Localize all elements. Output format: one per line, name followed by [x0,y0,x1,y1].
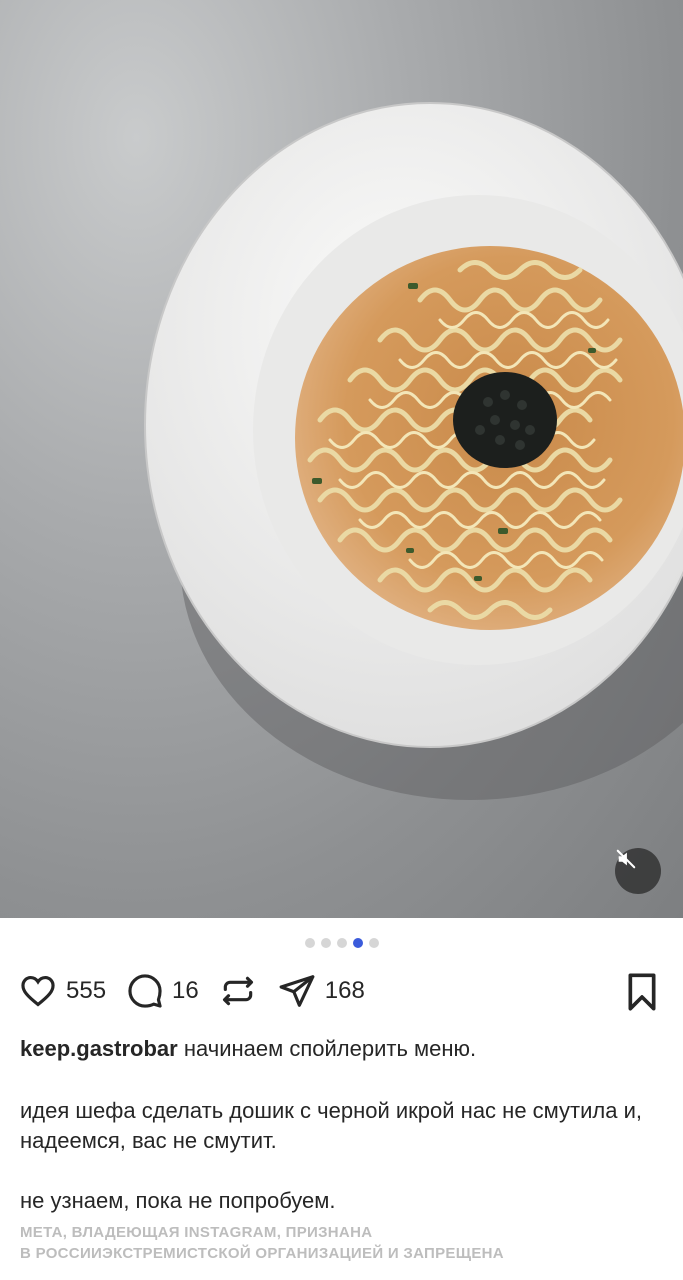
mute-button[interactable] [615,848,661,894]
share-button[interactable]: 168 [277,972,365,1010]
caption-text: начинаем спойлерить меню. [177,1036,477,1061]
caption-paragraph: не узнаем, пока не попробуем. [20,1188,336,1213]
send-icon [279,975,315,1007]
carousel-indicator [0,938,683,948]
caption-first-line: keep.gastrobar начинаем спойлерить меню. [20,1034,660,1064]
repost-button[interactable] [219,972,257,1010]
comment-icon [128,974,162,1008]
like-count: 555 [66,977,107,1004]
bookmark-button[interactable] [625,972,659,1017]
post-photo[interactable] [0,0,683,918]
carousel-dot-active [352,938,363,948]
post-actions-bar: 555 16 168 [18,968,665,1014]
disclaimer-line: в россииэкстремистской организацией и за… [20,1245,504,1262]
noodle-bowl-image [144,102,683,800]
comment-button[interactable]: 16 [126,972,199,1010]
meta-disclaimer: Мета, владеющая Instagram, признана в ро… [20,1222,660,1264]
carousel-dot [368,938,379,948]
disclaimer-line: Мета, владеющая Instagram, признана [20,1224,373,1241]
comment-count: 16 [172,977,199,1004]
carousel-dot [336,938,347,948]
like-button[interactable]: 555 [18,972,106,1010]
caption-paragraph: идея шефа сделать дошик с черной икрой н… [20,1098,642,1153]
bookmark-icon [628,973,656,1011]
caption-username[interactable]: keep.gastrobar [20,1036,178,1061]
heart-icon [21,975,55,1007]
carousel-dot [320,938,331,948]
share-count: 168 [324,977,365,1004]
speaker-muted-icon [616,849,636,869]
post-caption: keep.gastrobar начинаем спойлерить меню.… [20,1034,660,1216]
repost-icon [222,976,253,1006]
carousel-dot [304,938,315,948]
